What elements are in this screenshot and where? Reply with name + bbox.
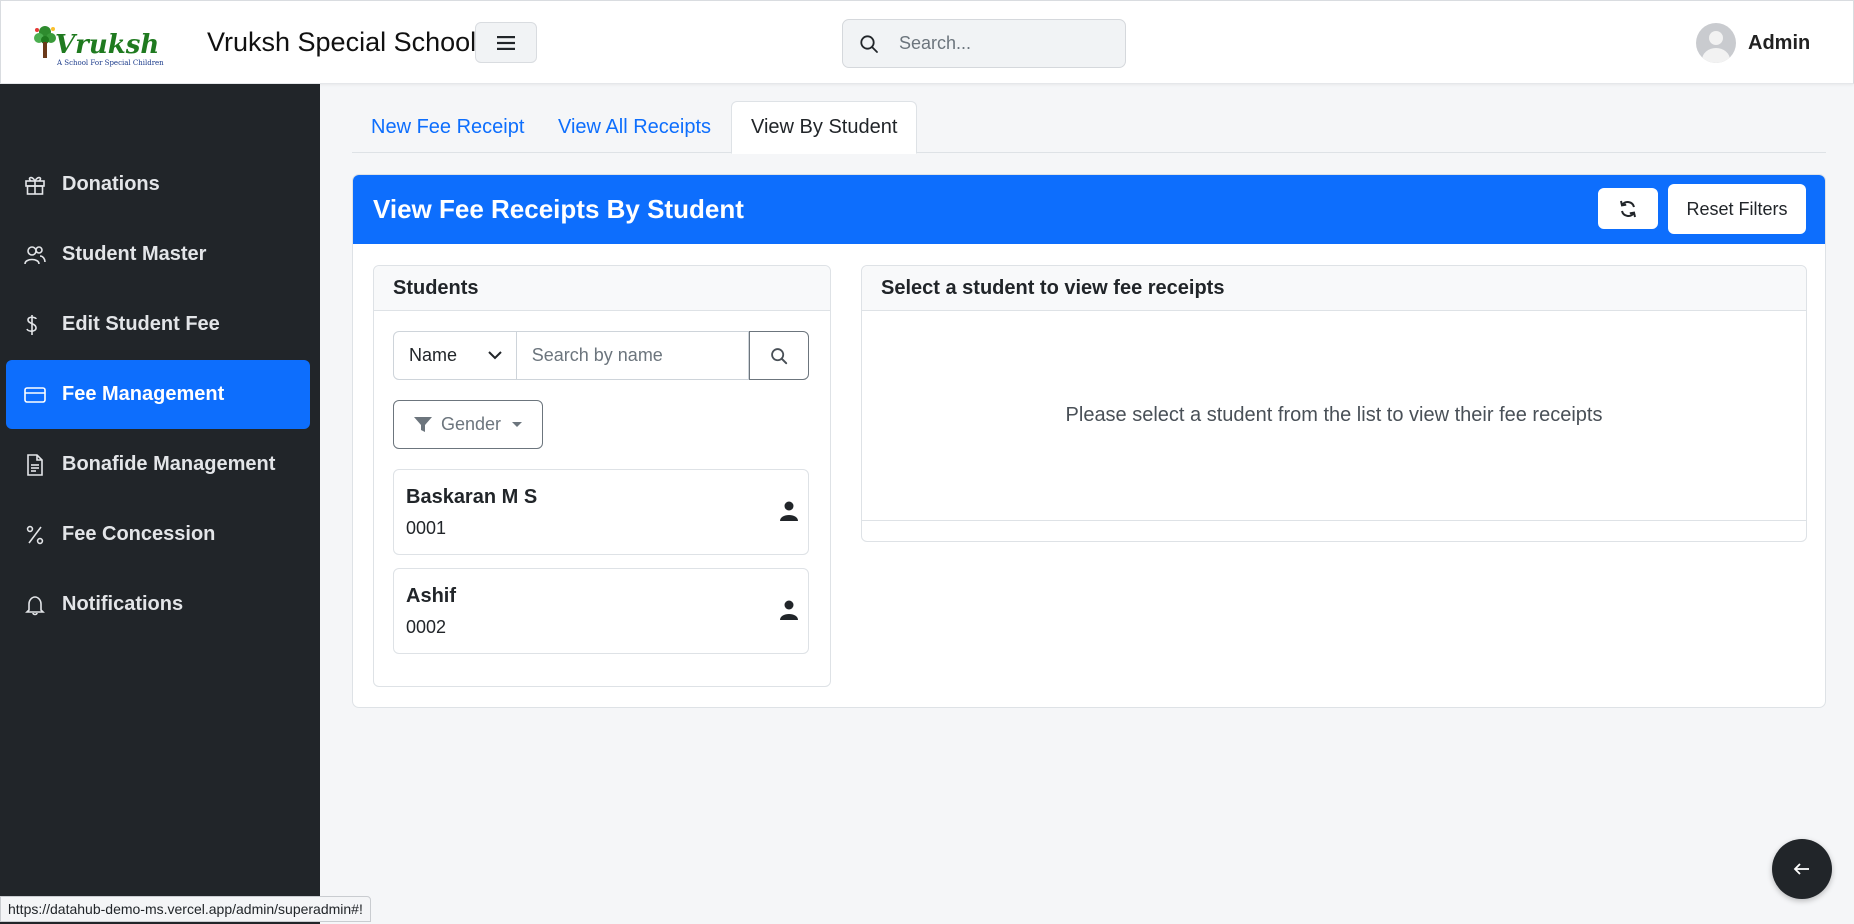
reset-filters-button[interactable]: Reset Filters (1668, 184, 1806, 234)
hamburger-icon (497, 35, 515, 50)
search-icon (843, 34, 895, 54)
gift-icon (6, 174, 62, 196)
dollar-icon (6, 314, 62, 336)
filter-icon (414, 416, 432, 432)
sidebar-item-fee-concession[interactable]: Fee Concession (6, 500, 310, 569)
bell-icon (6, 594, 62, 616)
sidebar-toggle-button[interactable] (475, 22, 537, 63)
student-search-button[interactable] (749, 331, 809, 380)
search-icon (771, 347, 788, 364)
sidebar-item-student-master[interactable]: Student Master (6, 220, 310, 289)
back-floating-button[interactable] (1772, 839, 1832, 899)
student-list-item[interactable]: Ashif 0002 (393, 568, 809, 654)
person-icon (780, 501, 798, 526)
card-header: View Fee Receipts By Student Reset Filte… (353, 175, 1825, 244)
sidebar-item-label: Edit Student Fee (62, 313, 220, 335)
student-search-group: Name Search by name (393, 331, 809, 380)
global-search[interactable] (842, 19, 1126, 68)
logo-wordmark: Vruksh (55, 30, 159, 60)
school-name: Vruksh Special School (207, 27, 477, 57)
refresh-button[interactable] (1598, 188, 1658, 229)
tab-view-all-receipts[interactable]: View All Receipts (539, 101, 730, 153)
global-search-input[interactable] (895, 33, 1115, 54)
student-name: Ashif (406, 585, 456, 607)
page-title: View Fee Receipts By Student (373, 194, 744, 224)
arrow-left-icon (1793, 863, 1809, 875)
tab-new-fee-receipt[interactable]: New Fee Receipt (352, 101, 543, 153)
receipts-panel: Select a student to view fee receipts Pl… (861, 265, 1807, 542)
sidebar-item-label: Fee Concession (62, 523, 216, 545)
sidebar: Donations Student Master Edit Student Fe… (0, 84, 320, 924)
top-navbar: Vruksh A School For Special Children Vru… (0, 0, 1854, 84)
person-icon (780, 600, 798, 625)
gender-filter-dropdown[interactable]: Gender (393, 400, 543, 449)
receipts-empty-message: Please select a student from the list to… (862, 311, 1806, 521)
sidebar-item-donations[interactable]: Donations (6, 150, 310, 219)
credit-card-icon (6, 384, 62, 406)
gender-filter-label: Gender (441, 414, 502, 434)
user-name: Admin (1748, 31, 1811, 54)
link-status-bar: https://datahub-demo-ms.vercel.app/admin… (0, 896, 371, 922)
sidebar-item-label: Student Master (62, 243, 207, 265)
sidebar-item-fee-management[interactable]: Fee Management (6, 360, 310, 429)
sidebar-item-label: Donations (62, 173, 160, 195)
students-panel: Students Name Search by name Gender Bask… (373, 265, 831, 687)
student-id: 0001 (406, 518, 447, 538)
student-search-input[interactable]: Search by name (516, 331, 750, 380)
student-list-item[interactable]: Baskaran M S 0001 (393, 469, 809, 555)
caret-down-icon (512, 422, 523, 427)
chevron-down-icon (488, 351, 502, 360)
refresh-icon (1620, 200, 1636, 217)
school-logo[interactable]: Vruksh A School For Special Children (31, 20, 191, 68)
receipts-panel-title: Select a student to view fee receipts (862, 266, 1806, 311)
tab-bar: New Fee Receipt View All Receipts View B… (352, 101, 1826, 154)
avatar (1696, 23, 1736, 63)
user-menu[interactable]: Admin (1696, 23, 1810, 63)
sidebar-item-label: Notifications (62, 593, 184, 615)
sidebar-item-edit-student-fee[interactable]: Edit Student Fee (6, 290, 310, 359)
sidebar-item-label: Fee Management (62, 383, 225, 405)
search-by-select[interactable]: Name (393, 331, 517, 380)
document-icon (6, 453, 62, 476)
search-by-value: Name (409, 345, 458, 365)
users-icon (6, 244, 62, 266)
percent-icon (6, 524, 62, 546)
fee-receipts-card: View Fee Receipts By Student Reset Filte… (352, 174, 1826, 708)
sidebar-item-bonafide-management[interactable]: Bonafide Management (6, 430, 310, 499)
student-id: 0002 (406, 617, 447, 637)
students-panel-title: Students (374, 266, 830, 311)
sidebar-item-label: Bonafide Management (62, 453, 276, 475)
student-name: Baskaran M S (406, 486, 538, 508)
sidebar-item-notifications[interactable]: Notifications (6, 570, 310, 639)
logo-tagline: A School For Special Children (56, 59, 164, 67)
tab-view-by-student[interactable]: View By Student (731, 101, 918, 154)
